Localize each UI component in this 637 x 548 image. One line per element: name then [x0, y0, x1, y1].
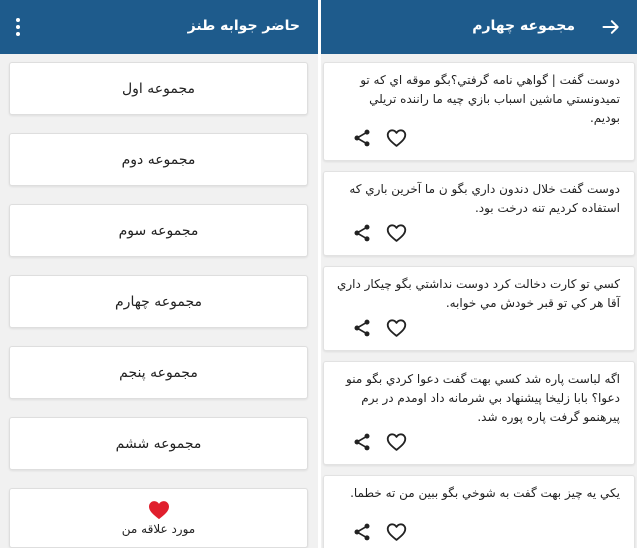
- share-icon[interactable]: [352, 522, 372, 542]
- joke-actions: [324, 116, 634, 160]
- heart-outline-icon[interactable]: [386, 522, 407, 542]
- more-vert-icon[interactable]: [9, 16, 27, 38]
- collection-label: مجموعه پنجم: [119, 364, 198, 381]
- collection-label: مجموعه اول: [122, 80, 195, 97]
- heart-outline-icon[interactable]: [386, 432, 407, 452]
- collection-item-3[interactable]: مجموعه سوم: [9, 204, 308, 257]
- app-bar: مجموعه چهارم: [321, 0, 637, 54]
- collection-item-1[interactable]: مجموعه اول: [9, 62, 308, 115]
- favorites-item[interactable]: مورد علاقه من: [9, 488, 308, 548]
- joke-actions: [324, 510, 634, 548]
- joke-actions: [324, 211, 634, 255]
- collection-title: مجموعه چهارم: [472, 18, 575, 34]
- collection-label: مجموعه ششم: [115, 435, 202, 452]
- favorites-label: مورد علاقه من: [121, 522, 196, 536]
- share-icon[interactable]: [352, 318, 372, 338]
- app-title: حاضر جوابه طنز: [187, 18, 300, 34]
- joke-card: يكي يه چيز بهت گفت به شوخي بگو ببين من ت…: [323, 475, 635, 548]
- collection-label: مجموعه سوم: [118, 222, 199, 239]
- collection-item-5[interactable]: مجموعه پنجم: [9, 346, 308, 399]
- collections-list: مجموعه اول مجموعه دوم مجموعه سوم مجموعه …: [9, 62, 308, 548]
- joke-card: دوست گفت خلال دندون داري بگو ن ما آخرين …: [323, 171, 635, 256]
- share-icon[interactable]: [352, 128, 372, 148]
- heart-outline-icon[interactable]: [386, 128, 407, 148]
- collections-screen: حاضر جوابه طنز مجموعه اول مجموعه دوم مجم…: [0, 0, 318, 548]
- joke-text: يكي يه چيز بهت گفت به شوخي بگو ببين من ت…: [350, 486, 620, 500]
- share-icon[interactable]: [352, 432, 372, 452]
- joke-card: اگه لباست پاره شد كسي بهت گفت دعوا كردي …: [323, 361, 635, 465]
- heart-outline-icon[interactable]: [386, 318, 407, 338]
- joke-card: دوست گفت | گواهي نامه گرفتي؟بگو موقه اي …: [323, 62, 635, 161]
- joke-actions: [324, 306, 634, 350]
- joke-card: كسي تو كارت دخالت كرد دوست نداشتي بگو چي…: [323, 266, 635, 351]
- joke-actions: [324, 420, 634, 464]
- heart-outline-icon[interactable]: [386, 223, 407, 243]
- joke-text: اگه لباست پاره شد كسي بهت گفت دعوا كردي …: [346, 372, 620, 424]
- heart-icon: [148, 501, 169, 520]
- arrow-forward-icon[interactable]: [601, 17, 621, 37]
- jokes-list: دوست گفت | گواهي نامه گرفتي؟بگو موقه اي …: [323, 62, 635, 548]
- collection-item-2[interactable]: مجموعه دوم: [9, 133, 308, 186]
- collection-label: مجموعه چهارم: [115, 293, 202, 310]
- collection-item-6[interactable]: مجموعه ششم: [9, 417, 308, 470]
- share-icon[interactable]: [352, 223, 372, 243]
- jokes-screen: مجموعه چهارم دوست گفت | گواهي نامه گرفتي…: [321, 0, 637, 548]
- collection-label: مجموعه دوم: [121, 151, 196, 168]
- collection-item-4[interactable]: مجموعه چهارم: [9, 275, 308, 328]
- app-bar: حاضر جوابه طنز: [0, 0, 318, 54]
